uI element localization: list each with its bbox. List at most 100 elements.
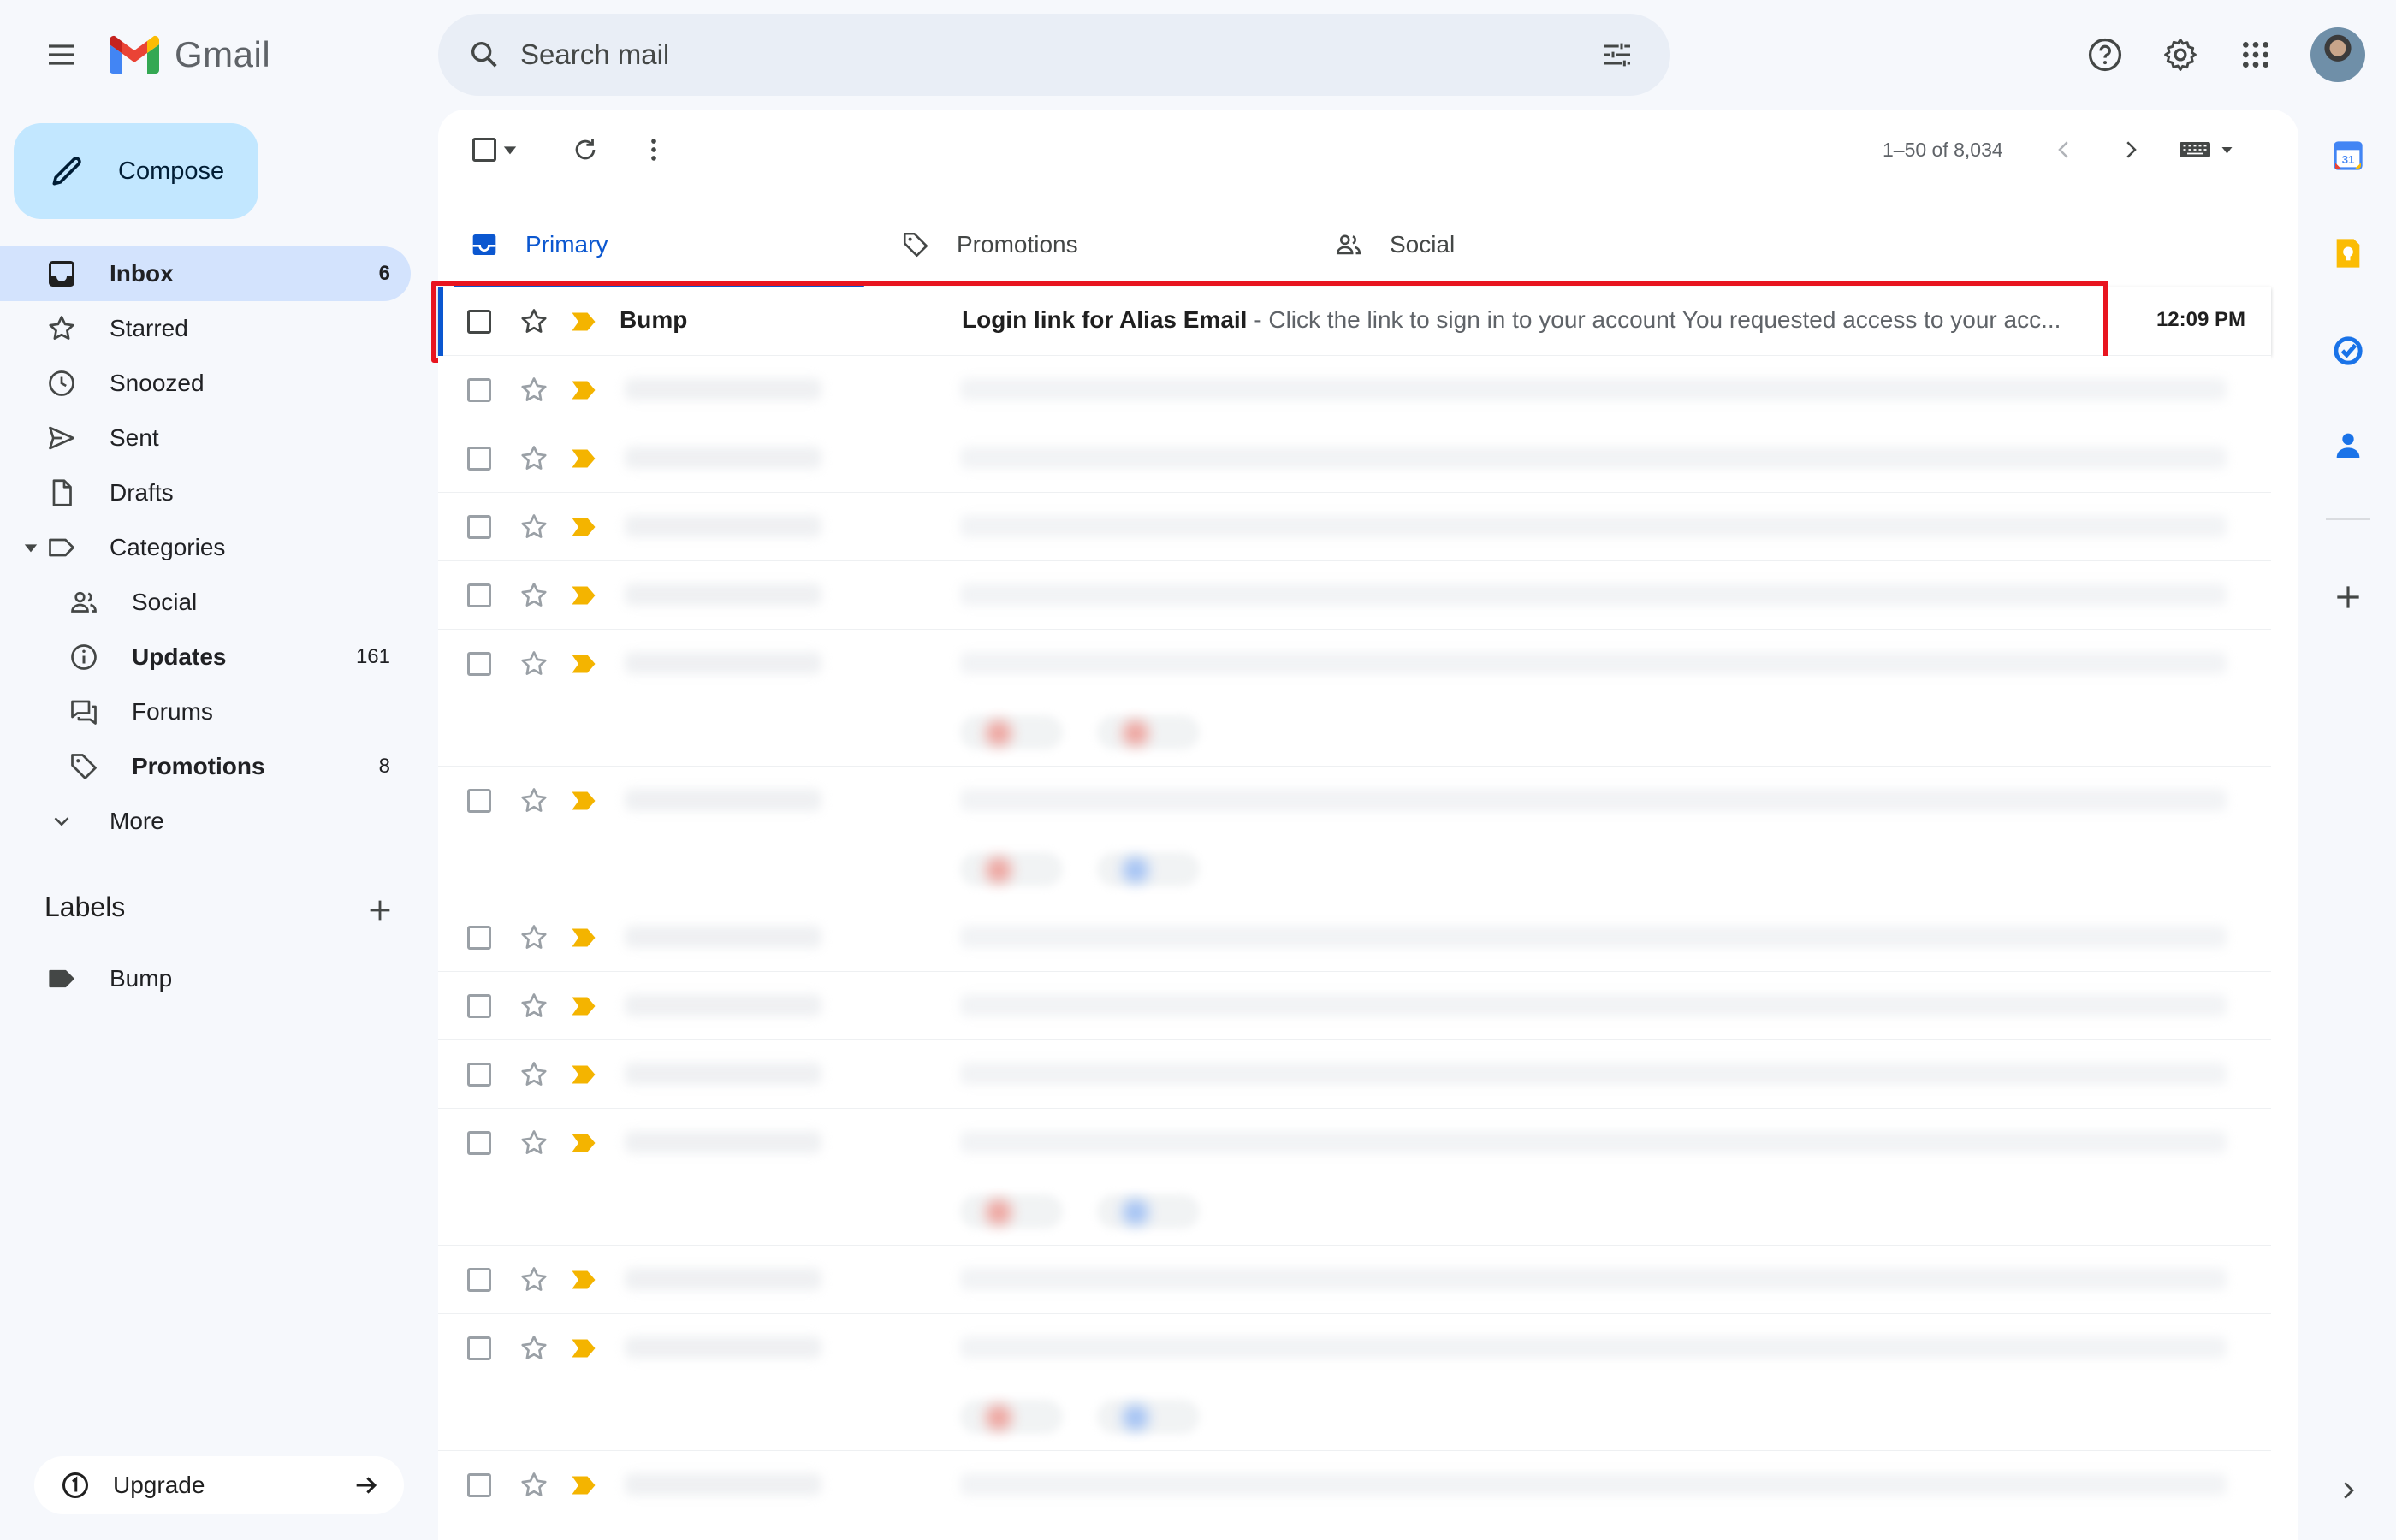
row-checkbox[interactable] [467, 1268, 491, 1292]
star-icon[interactable] [517, 647, 551, 681]
important-marker-icon[interactable] [568, 443, 599, 474]
star-icon[interactable] [517, 1057, 551, 1092]
important-marker-icon[interactable] [568, 1128, 599, 1158]
caret-down-icon[interactable] [22, 539, 39, 556]
email-row[interactable] [438, 1109, 2271, 1246]
search-input[interactable]: Search mail [520, 38, 1593, 71]
sidebar-item-inbox[interactable]: Inbox 6 [0, 246, 411, 301]
important-marker-icon[interactable] [568, 785, 599, 816]
previous-page-icon[interactable] [2043, 129, 2085, 170]
expand-side-panel-icon[interactable] [2326, 1468, 2370, 1513]
email-row[interactable] [438, 424, 2271, 493]
tab-promotions[interactable]: Promotions [898, 204, 1078, 286]
star-icon[interactable] [517, 441, 551, 476]
row-checkbox[interactable] [467, 652, 491, 676]
email-row[interactable] [438, 356, 2271, 424]
sidebar-item-more[interactable]: More [0, 794, 411, 849]
sidebar-item-snoozed[interactable]: Snoozed [0, 356, 411, 411]
email-row[interactable] [438, 903, 2271, 972]
email-row[interactable] [438, 1040, 2271, 1109]
tasks-icon[interactable] [2326, 329, 2370, 373]
tab-social[interactable]: Social [1331, 204, 1455, 286]
email-row[interactable] [438, 630, 2271, 767]
star-icon[interactable] [517, 373, 551, 407]
row-checkbox[interactable] [467, 515, 491, 539]
important-marker-icon[interactable] [568, 1265, 599, 1295]
email-row-bump[interactable]: Bump Login link for Alias Email - Click … [438, 287, 2271, 356]
main-menu-button[interactable] [38, 31, 86, 79]
star-icon[interactable] [517, 1263, 551, 1297]
email-row[interactable] [438, 1314, 2271, 1451]
help-icon[interactable] [2081, 31, 2129, 79]
row-checkbox[interactable] [467, 583, 491, 607]
search-options-icon[interactable] [1593, 31, 1641, 79]
star-icon[interactable] [517, 921, 551, 955]
contacts-icon[interactable] [2326, 423, 2370, 467]
sidebar-label-bump[interactable]: Bump [0, 951, 411, 1006]
account-avatar[interactable] [2310, 27, 2365, 82]
sidebar-item-updates[interactable]: Updates 161 [0, 630, 411, 684]
row-checkbox[interactable] [467, 447, 491, 471]
important-marker-icon[interactable] [568, 375, 599, 406]
important-marker-icon[interactable] [568, 306, 599, 337]
star-icon[interactable] [517, 1331, 551, 1365]
pencil-icon [46, 151, 87, 192]
google-apps-icon[interactable] [2232, 31, 2280, 79]
sidebar-item-starred[interactable]: Starred [0, 301, 411, 356]
row-checkbox[interactable] [467, 1063, 491, 1087]
important-marker-icon[interactable] [568, 922, 599, 953]
row-checkbox[interactable] [467, 789, 491, 813]
sidebar-item-social[interactable]: Social [0, 575, 411, 630]
row-checkbox[interactable] [467, 310, 491, 334]
sidebar-item-drafts[interactable]: Drafts [0, 465, 411, 520]
add-label-icon[interactable] [359, 890, 400, 931]
next-page-icon[interactable] [2110, 129, 2151, 170]
select-dropdown-icon[interactable] [496, 129, 524, 170]
sidebar-item-sent[interactable]: Sent [0, 411, 411, 465]
important-marker-icon[interactable] [568, 1470, 599, 1501]
star-icon[interactable] [517, 989, 551, 1023]
star-icon[interactable] [517, 510, 551, 544]
sidebar-item-promotions[interactable]: Promotions 8 [0, 739, 411, 794]
upgrade-button[interactable]: Upgrade [34, 1456, 404, 1514]
row-checkbox[interactable] [467, 926, 491, 950]
important-marker-icon[interactable] [568, 991, 599, 1022]
search-icon[interactable] [460, 31, 508, 79]
search-bar[interactable]: Search mail [438, 14, 1670, 96]
star-icon[interactable] [517, 305, 551, 339]
settings-gear-icon[interactable] [2156, 31, 2204, 79]
add-app-icon[interactable] [2326, 575, 2370, 619]
important-marker-icon[interactable] [568, 512, 599, 542]
gmail-logo[interactable]: Gmail [108, 31, 270, 79]
row-checkbox[interactable] [467, 1131, 491, 1155]
keep-icon[interactable] [2326, 231, 2370, 275]
row-checkbox[interactable] [467, 378, 491, 402]
important-marker-icon[interactable] [568, 580, 599, 611]
sidebar-item-categories[interactable]: Categories [0, 520, 411, 575]
more-vert-icon[interactable] [633, 129, 674, 170]
email-row[interactable] [438, 561, 2271, 630]
star-icon[interactable] [517, 784, 551, 818]
row-checkbox[interactable] [467, 994, 491, 1018]
calendar-icon[interactable]: 31 [2326, 133, 2370, 178]
compose-button[interactable]: Compose [14, 123, 258, 219]
email-row[interactable] [438, 1246, 2271, 1314]
email-row[interactable] [438, 493, 2271, 561]
sidebar-item-forums[interactable]: Forums [0, 684, 411, 739]
tab-primary[interactable]: Primary [467, 204, 608, 286]
input-tools-icon[interactable] [2177, 129, 2239, 170]
email-row[interactable] [438, 1451, 2271, 1519]
important-marker-icon[interactable] [568, 1059, 599, 1090]
email-row[interactable] [438, 972, 2271, 1040]
refresh-icon[interactable] [565, 129, 606, 170]
important-marker-icon[interactable] [568, 649, 599, 679]
row-checkbox[interactable] [467, 1473, 491, 1497]
star-icon[interactable] [517, 1126, 551, 1160]
email-row[interactable] [438, 767, 2271, 903]
important-marker-icon[interactable] [568, 1333, 599, 1364]
inbox-icon [41, 253, 82, 294]
row-checkbox[interactable] [467, 1336, 491, 1360]
star-icon[interactable] [517, 1468, 551, 1502]
star-icon[interactable] [517, 578, 551, 613]
email-sender: Bump [620, 306, 688, 333]
